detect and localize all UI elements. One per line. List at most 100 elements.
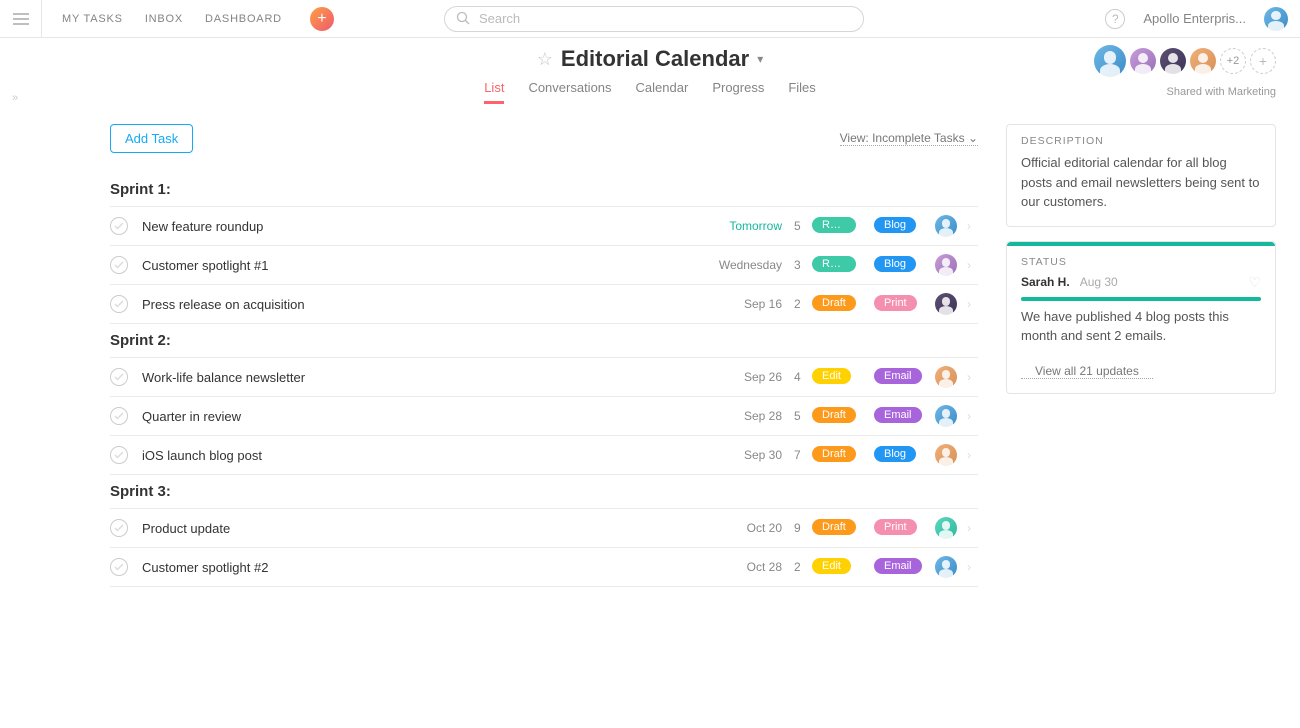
like-heart-icon[interactable]: ♡ (1248, 274, 1261, 291)
task-details-chevron-icon[interactable]: › (960, 297, 978, 311)
task-row[interactable]: Customer spotlight #1Wednesday3Rea...Blo… (110, 246, 978, 285)
member-avatar[interactable] (1130, 48, 1156, 74)
task-tag[interactable]: Blog (874, 217, 916, 233)
tab-conversations[interactable]: Conversations (528, 80, 611, 104)
task-tag[interactable]: Draft (812, 407, 856, 423)
task-due-date: Sep 30 (698, 448, 782, 462)
section-title[interactable]: Sprint 1: (110, 173, 978, 207)
project-header: ☆ Editorial Calendar ▾ List Conversation… (0, 38, 1300, 104)
task-tag[interactable]: Draft (812, 519, 856, 535)
task-assignee-avatar[interactable] (935, 215, 957, 237)
complete-checkbox[interactable] (110, 446, 128, 464)
task-details-chevron-icon[interactable]: › (960, 219, 978, 233)
task-subtask-count: 4 (782, 370, 812, 384)
hamburger-icon[interactable] (0, 0, 42, 38)
global-add-button[interactable]: + (310, 7, 334, 31)
description-text: Official editorial calendar for all blog… (1007, 153, 1275, 226)
task-row[interactable]: New feature roundupTomorrow5Rea...Blog› (110, 207, 978, 246)
chevron-down-icon: ⌄ (968, 131, 978, 145)
complete-checkbox[interactable] (110, 217, 128, 235)
task-row[interactable]: Work-life balance newsletterSep 264Edit E… (110, 358, 978, 397)
task-row[interactable]: Customer spotlight #2Oct 282EditEmail› (110, 548, 978, 587)
member-avatar[interactable] (1190, 48, 1216, 74)
task-assignee-avatar[interactable] (935, 556, 957, 578)
member-overflow-count[interactable]: +2 (1220, 48, 1246, 74)
project-menu-caret-icon[interactable]: ▾ (757, 52, 763, 66)
workspace-switcher[interactable]: Apollo Enterpris... (1143, 11, 1246, 26)
search-wrap (444, 6, 864, 32)
member-avatar[interactable] (1094, 45, 1126, 77)
task-row[interactable]: Quarter in reviewSep 285DraftEmail› (110, 397, 978, 436)
nav-dashboard[interactable]: DASHBOARD (205, 13, 282, 25)
tab-calendar[interactable]: Calendar (636, 80, 689, 104)
complete-checkbox[interactable] (110, 368, 128, 386)
tab-files[interactable]: Files (788, 80, 815, 104)
tab-list[interactable]: List (484, 80, 504, 104)
task-assignee-avatar[interactable] (935, 366, 957, 388)
task-assignee-avatar[interactable] (935, 293, 957, 315)
view-all-updates-link[interactable]: View all 21 updates (1021, 360, 1153, 379)
task-details-chevron-icon[interactable]: › (960, 521, 978, 535)
nav-my-tasks[interactable]: MY TASKS (62, 13, 123, 25)
complete-checkbox[interactable] (110, 519, 128, 537)
task-assignee-avatar[interactable] (935, 405, 957, 427)
section-title[interactable]: Sprint 2: (110, 324, 978, 358)
section-title[interactable]: Sprint 3: (110, 475, 978, 509)
task-details-chevron-icon[interactable]: › (960, 409, 978, 423)
task-tag[interactable]: Email (874, 368, 922, 384)
task-name[interactable]: Quarter in review (142, 409, 698, 424)
search-icon (456, 11, 470, 28)
tab-progress[interactable]: Progress (712, 80, 764, 104)
task-tag[interactable]: Email (874, 558, 922, 574)
complete-checkbox[interactable] (110, 295, 128, 313)
task-assignee-avatar[interactable] (935, 444, 957, 466)
task-row[interactable]: Product updateOct 209DraftPrint› (110, 509, 978, 548)
complete-checkbox[interactable] (110, 407, 128, 425)
complete-checkbox[interactable] (110, 256, 128, 274)
status-text: We have published 4 blog posts this mont… (1007, 307, 1275, 360)
status-date: Aug 30 (1080, 275, 1118, 289)
current-user-avatar[interactable] (1264, 7, 1288, 31)
task-name[interactable]: Press release on acquisition (142, 297, 698, 312)
task-row[interactable]: Press release on acquisitionSep 162Draft… (110, 285, 978, 324)
task-tag[interactable]: Email (874, 407, 922, 423)
task-tag[interactable]: Print (874, 295, 917, 311)
add-member-button[interactable]: + (1250, 48, 1276, 74)
complete-checkbox[interactable] (110, 558, 128, 576)
view-filter[interactable]: View: Incomplete Tasks ⌄ (840, 131, 978, 146)
task-due-date: Sep 26 (698, 370, 782, 384)
task-details-chevron-icon[interactable]: › (960, 258, 978, 272)
project-tabs: List Conversations Calendar Progress Fil… (0, 80, 1300, 104)
add-task-button[interactable]: Add Task (110, 124, 193, 153)
task-tag[interactable]: Draft (812, 446, 856, 462)
task-name[interactable]: iOS launch blog post (142, 448, 698, 463)
task-tag[interactable]: Edit (812, 368, 851, 384)
nav-inbox[interactable]: INBOX (145, 13, 183, 25)
task-details-chevron-icon[interactable]: › (960, 448, 978, 462)
task-tag[interactable]: Print (874, 519, 917, 535)
task-assignee-avatar[interactable] (935, 517, 957, 539)
task-name[interactable]: Customer spotlight #2 (142, 560, 698, 575)
expand-sidebar-icon[interactable]: » (12, 92, 18, 104)
task-assignee-avatar[interactable] (935, 254, 957, 276)
task-tag[interactable]: Blog (874, 446, 916, 462)
task-details-chevron-icon[interactable]: › (960, 560, 978, 574)
task-row[interactable]: iOS launch blog postSep 307Draft Blog › (110, 436, 978, 475)
task-details-chevron-icon[interactable]: › (960, 370, 978, 384)
task-due-date: Oct 20 (698, 521, 782, 535)
task-tag[interactable]: Blog (874, 256, 916, 272)
member-avatar[interactable] (1160, 48, 1186, 74)
task-name[interactable]: Customer spotlight #1 (142, 258, 698, 273)
task-subtask-count: 7 (782, 448, 812, 462)
search-input[interactable] (444, 6, 864, 32)
task-tag[interactable]: Rea... (812, 256, 856, 272)
task-due-date: Wednesday (698, 258, 782, 272)
task-tag[interactable]: Rea... (812, 217, 856, 233)
task-tag[interactable]: Draft (812, 295, 856, 311)
favorite-star-icon[interactable]: ☆ (537, 49, 553, 70)
task-name[interactable]: Work-life balance newsletter (142, 370, 698, 385)
task-name[interactable]: New feature roundup (142, 219, 698, 234)
help-icon[interactable]: ? (1105, 9, 1125, 29)
task-tag[interactable]: Edit (812, 558, 851, 574)
task-name[interactable]: Product update (142, 521, 698, 536)
